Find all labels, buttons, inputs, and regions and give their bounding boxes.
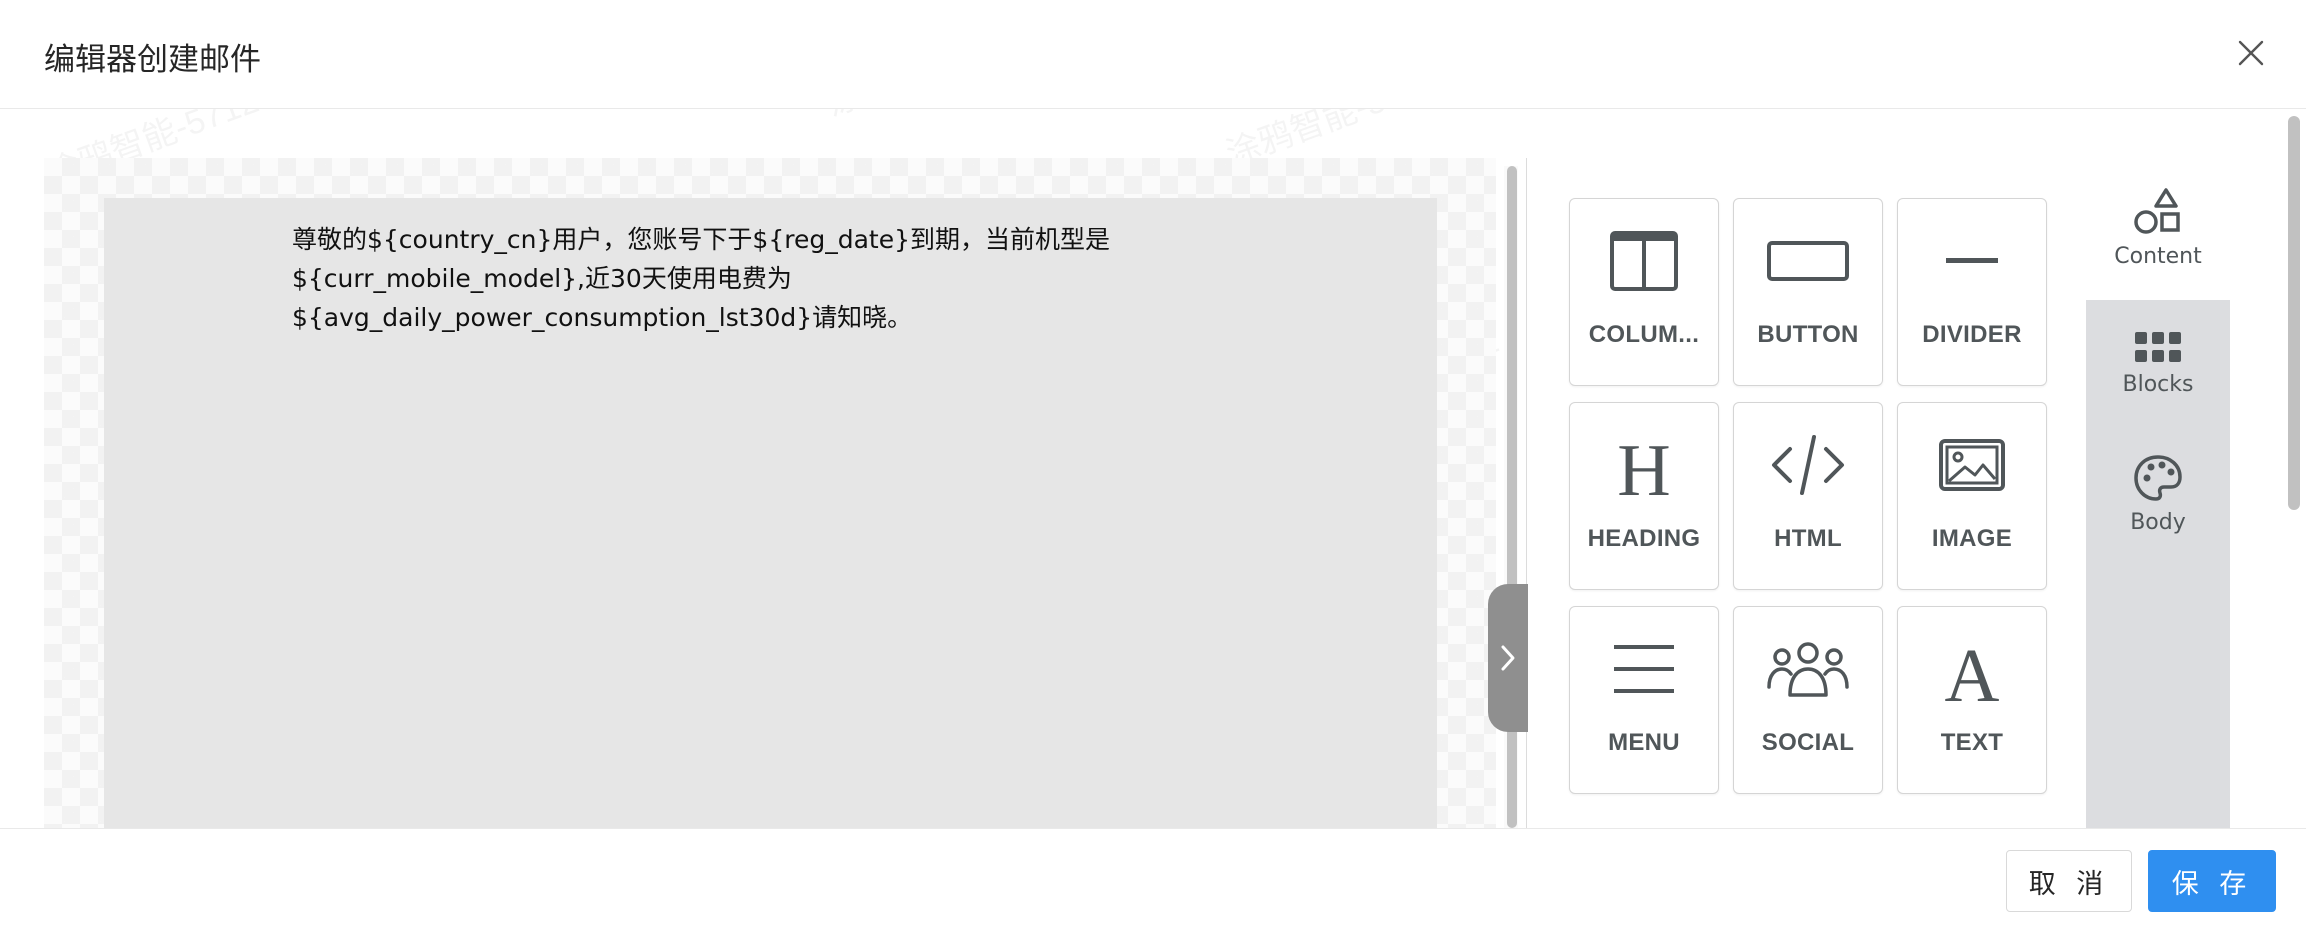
tab-blocks[interactable]: Blocks xyxy=(2086,300,2230,442)
tab-label: Blocks xyxy=(2122,372,2194,397)
tool-divider[interactable]: DIVIDER xyxy=(1897,198,2047,386)
tool-html[interactable]: HTML xyxy=(1733,402,1883,590)
html-code-icon xyxy=(1772,435,1844,495)
tool-text[interactable]: A TEXT xyxy=(1897,606,2047,794)
dialog-title: 编辑器创建邮件 xyxy=(44,42,261,78)
panel-collapse-handle[interactable] xyxy=(1488,584,1528,732)
email-text-line: ${avg_daily_power_consumption_lst30d}请知晓… xyxy=(292,303,913,332)
email-text-line: 尊敬的${country_cn}用户，您账号下于${reg_date}到期，当前… xyxy=(292,225,1110,254)
tool-label: BUTTON xyxy=(1757,321,1859,348)
palette-icon xyxy=(2134,455,2182,501)
svg-text:H: H xyxy=(1617,433,1670,503)
dialog-header: 编辑器创建邮件 xyxy=(0,0,2306,109)
tab-content[interactable]: Content xyxy=(2086,158,2230,300)
tool-label: DIVIDER xyxy=(1922,321,2022,348)
tools-panel: COLUM... BUTTON DIVIDER H HEADING HTML I… xyxy=(1526,158,2087,828)
tab-label: Body xyxy=(2130,510,2186,535)
save-button[interactable]: 保 存 xyxy=(2148,850,2276,912)
tool-menu[interactable]: MENU xyxy=(1569,606,1719,794)
menu-icon xyxy=(1614,645,1674,693)
button-icon xyxy=(1767,241,1849,281)
email-text-line: ${curr_mobile_model},近30天使用电费为 xyxy=(292,264,792,293)
close-icon xyxy=(2238,40,2264,66)
page-scrollbar[interactable] xyxy=(2288,116,2300,510)
text-icon: A xyxy=(1945,637,2000,707)
tool-label: COLUM... xyxy=(1588,321,1700,348)
tab-label: Content xyxy=(2114,244,2202,269)
email-canvas[interactable]: 尊敬的${country_cn}用户，您账号下于${reg_date}到期，当前… xyxy=(44,158,1496,828)
heading-icon: H xyxy=(1617,433,1670,503)
columns-icon xyxy=(1610,231,1678,291)
tool-heading[interactable]: H HEADING xyxy=(1569,402,1719,590)
dialog-footer xyxy=(0,828,2306,934)
social-icon xyxy=(1767,642,1849,697)
tool-label: SOCIAL xyxy=(1761,729,1855,756)
email-text-block[interactable]: 尊敬的${country_cn}用户，您账号下于${reg_date}到期，当前… xyxy=(292,220,1192,337)
tool-image[interactable]: IMAGE xyxy=(1897,402,2047,590)
tool-social[interactable]: SOCIAL xyxy=(1733,606,1883,794)
cancel-button[interactable]: 取 消 xyxy=(2006,850,2132,912)
shapes-icon xyxy=(2134,188,2180,234)
tool-label: HEADING xyxy=(1587,525,1701,552)
tool-label: HTML xyxy=(1774,525,1842,552)
divider-icon xyxy=(1946,258,1998,263)
close-button[interactable] xyxy=(2236,38,2266,68)
chevron-right-icon xyxy=(1501,645,1515,671)
tool-button[interactable]: BUTTON xyxy=(1733,198,1883,386)
email-body[interactable]: 尊敬的${country_cn}用户，您账号下于${reg_date}到期，当前… xyxy=(104,198,1437,828)
tool-columns[interactable]: COLUM... xyxy=(1569,198,1719,386)
image-icon xyxy=(1939,439,2005,491)
tool-label: MENU xyxy=(1608,729,1680,756)
svg-text:A: A xyxy=(1945,637,2000,707)
tab-body[interactable]: Body xyxy=(2086,442,2230,584)
tool-label: TEXT xyxy=(1940,729,2004,756)
tool-label: IMAGE xyxy=(1931,525,2013,552)
side-tabs: Content Blocks Body xyxy=(2086,158,2230,828)
blocks-grid-icon xyxy=(2135,332,2181,362)
